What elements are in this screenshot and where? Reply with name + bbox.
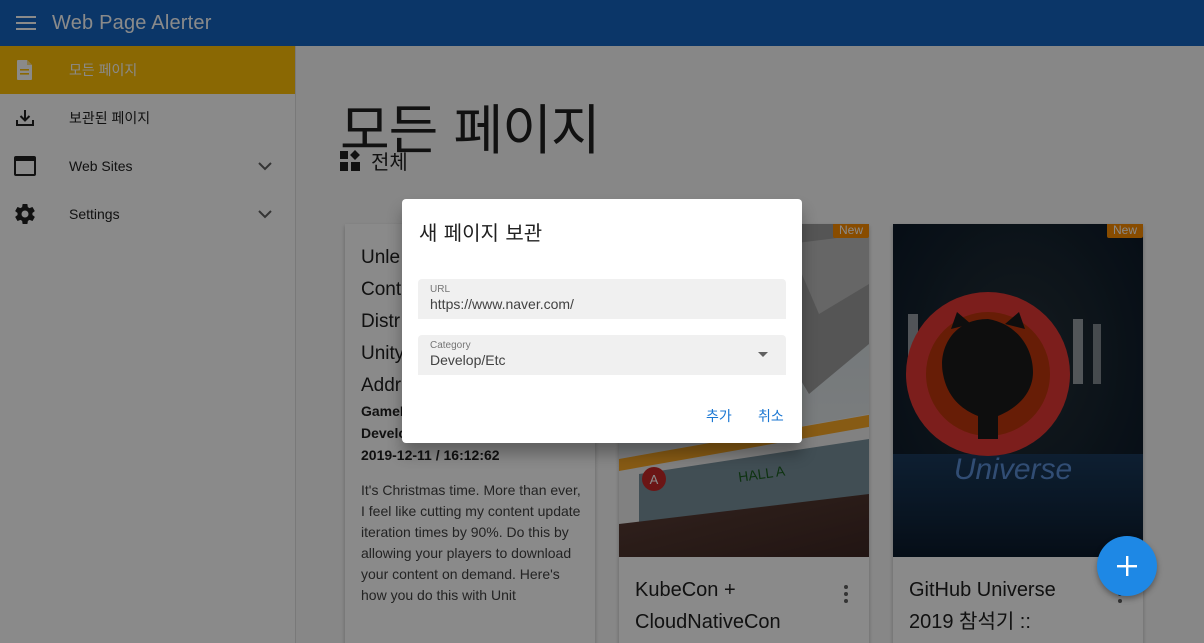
category-value: Develop/Etc <box>430 352 506 368</box>
add-button[interactable]: 추가 <box>706 406 732 426</box>
dialog-title: 새 페이지 보관 <box>419 221 543 245</box>
cancel-button[interactable]: 취소 <box>758 406 784 426</box>
url-input[interactable]: https://www.naver.com/ <box>430 296 574 312</box>
category-select[interactable]: Category Develop/Etc <box>418 335 786 375</box>
url-field-label: URL <box>430 284 451 295</box>
plus-icon <box>1117 556 1137 576</box>
category-field-label: Category <box>430 340 471 351</box>
url-field[interactable]: URL https://www.naver.com/ <box>418 279 786 319</box>
archive-page-dialog: 새 페이지 보관 URL https://www.naver.com/ Cate… <box>402 199 802 443</box>
dropdown-arrow-icon[interactable] <box>758 352 768 357</box>
add-page-button[interactable] <box>1097 536 1157 596</box>
